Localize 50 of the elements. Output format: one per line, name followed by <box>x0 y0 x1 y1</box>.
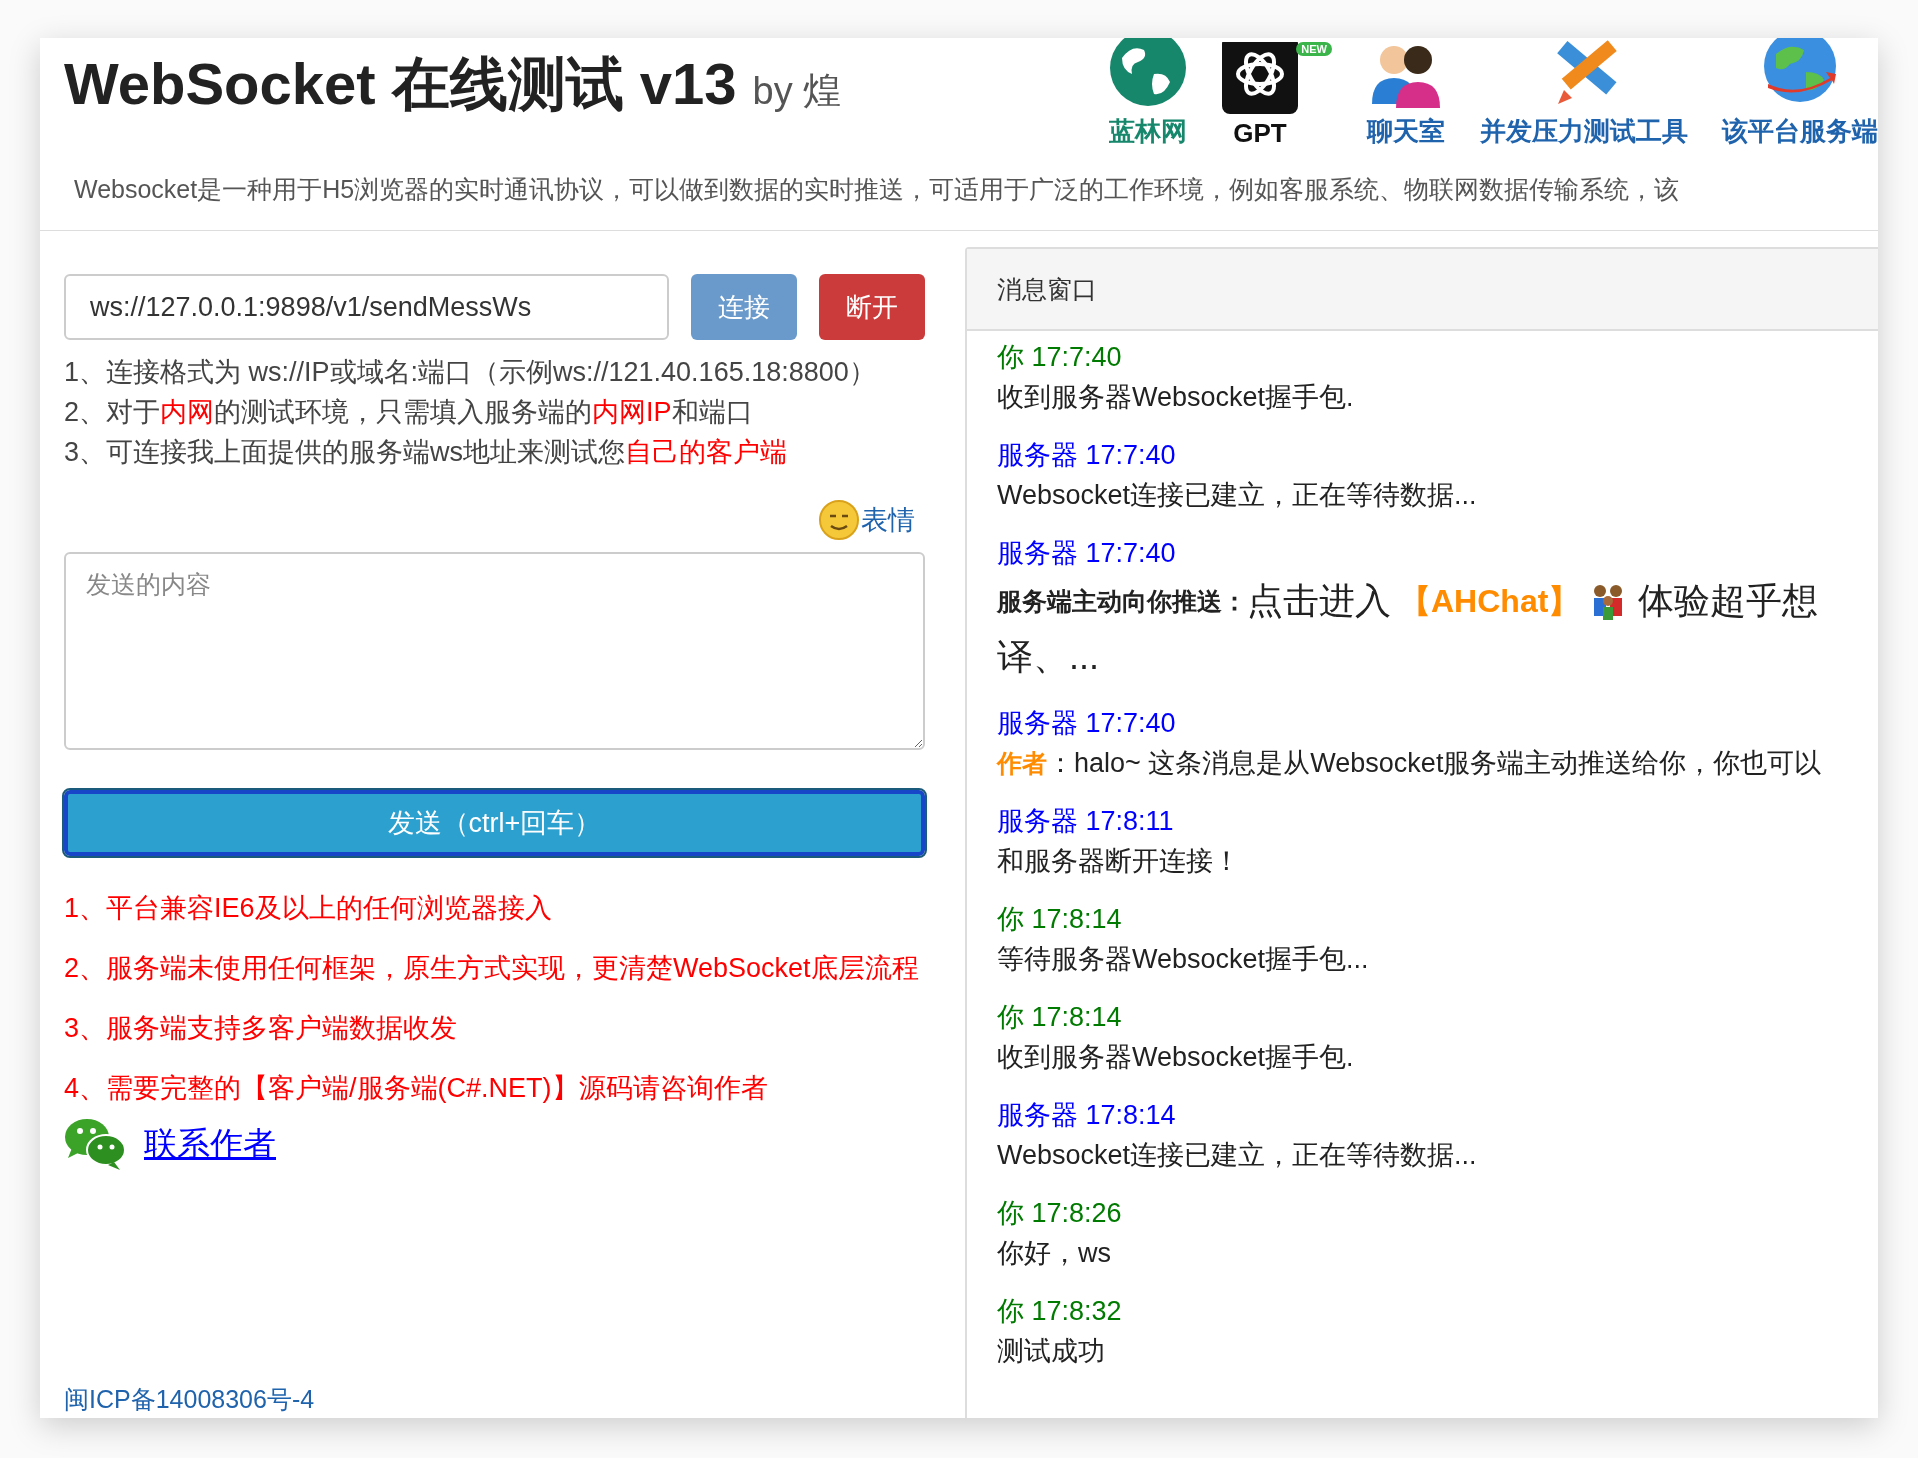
message-header: 服务器 17:7:40 <box>997 537 1177 570</box>
smiley-icon <box>819 500 859 540</box>
push-text: 点击进入 <box>1247 579 1391 623</box>
message-text: 和服务器断开连接！ <box>997 845 1241 878</box>
message-text: 收到服务器Websocket握手包. <box>997 1041 1355 1074</box>
page-title: WebSocket 在线测试 v13 <box>64 50 737 118</box>
description: Websocket是一种用于H5浏览器的实时通讯协议，可以做到数据的实时推送，可适用于广泛的工作环境，例如客服系统、物联网数据传输系统，该 <box>74 174 1681 205</box>
note-text: 2、对于内网的测试环境，只需填入服务端的内网IP和端口 <box>64 396 754 429</box>
nav-link[interactable]: 聊天室 <box>1366 38 1446 149</box>
message-text: 收到服务器Websocket握手包. <box>997 381 1355 414</box>
chat-bubbles-icon <box>64 1118 126 1170</box>
push-label: 服务端主动向你推送： <box>997 586 1247 617</box>
url-field[interactable]: ws://127.0.0.1:9898/v1/sendMessWs <box>64 274 669 340</box>
note-text: 3、可连接我上面提供的服务端ws地址来测试您自己的客户端 <box>64 436 788 469</box>
byline: by 煌 <box>752 69 842 114</box>
feature-text: 1、平台兼容IE6及以上的任何浏览器接入 <box>64 892 552 925</box>
panel-title: 消息窗口 <box>997 273 1097 305</box>
message-text: Websocket连接已建立，正在等待数据... <box>997 1139 1478 1172</box>
message-header: 你 17:8:14 <box>997 903 1123 936</box>
message-header: 你 17:8:32 <box>997 1295 1123 1328</box>
author-label: 作者 <box>997 748 1047 779</box>
message-header: 服务器 17:7:40 <box>997 439 1177 472</box>
message-header: 你 17:8:26 <box>997 1197 1123 1230</box>
message-text: 你好，ws <box>997 1237 1112 1270</box>
message-header: 你 17:7:40 <box>997 341 1123 374</box>
message-header: 服务器 17:7:40 <box>997 707 1177 740</box>
message-text: Websocket连接已建立，正在等待数据... <box>997 479 1478 512</box>
contact-link[interactable]: 联系作者 <box>144 1121 276 1167</box>
nav-link[interactable]: 蓝林网 <box>1108 38 1188 149</box>
new-badge: NEW <box>1296 42 1332 56</box>
nav-link[interactable]: 并发压力测试工具 <box>1480 38 1688 149</box>
push-text: 译、... <box>997 635 1099 679</box>
nav-link[interactable]: NEW GPT <box>1222 42 1332 149</box>
message-text: 测试成功 <box>997 1335 1106 1368</box>
message-header: 你 17:8:14 <box>997 1001 1123 1034</box>
message-text: ：halo~ 这条消息是从Websocket服务端主动推送给你，你也可以 <box>1047 747 1822 780</box>
message-header: 服务器 17:8:11 <box>997 805 1175 838</box>
emoji-link[interactable]: 表情 <box>819 500 915 540</box>
knot-logo-icon <box>1222 42 1298 114</box>
icp-link[interactable]: 闽ICP备14008306号-4 <box>64 1383 925 1416</box>
feature-text: 4、需要完整的【客户端/服务端(C#.NET)】源码请咨询作者 <box>64 1072 768 1105</box>
message-field[interactable]: 发送的内容 <box>64 552 925 750</box>
feature-text: 2、服务端未使用任何框架，原生方式实现，更清楚WebSocket底层流程 <box>64 952 919 985</box>
note-text: 1、连接格式为 ws://IP或域名:端口（示例ws://121.40.165.18:8800） <box>64 356 877 389</box>
message-text: 等待服务器Websocket握手包... <box>997 943 1370 976</box>
message-header: 服务器 17:8:14 <box>997 1099 1177 1132</box>
nav-link[interactable]: 该平台服务端 <box>1722 38 1878 149</box>
disconnect-button[interactable]: 断开 <box>819 274 925 340</box>
push-text: 体验超乎想 <box>1638 579 1819 623</box>
feature-text: 3、服务端支持多客户端数据收发 <box>64 1012 458 1045</box>
